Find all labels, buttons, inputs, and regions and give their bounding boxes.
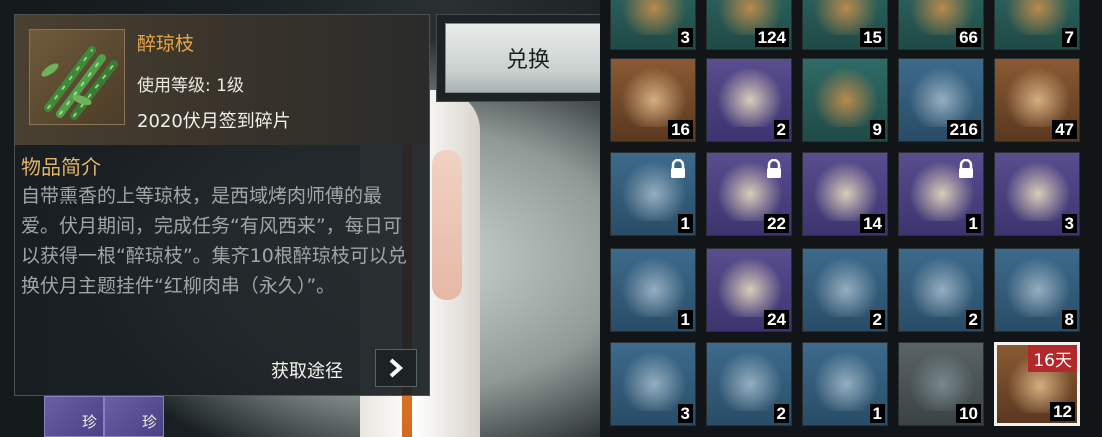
inventory-slot[interactable]: 3: [610, 342, 696, 426]
inventory-slot[interactable]: 16天 12: [994, 342, 1080, 426]
inventory-slot[interactable]: 1: [898, 152, 984, 236]
inventory-slot[interactable]: 3: [994, 152, 1080, 236]
inventory-slot[interactable]: 1: [610, 152, 696, 236]
item-count: 16: [668, 120, 693, 139]
lock-icon: [767, 159, 781, 178]
item-count: 216: [946, 120, 981, 139]
inventory-slot[interactable]: 124: [706, 0, 792, 50]
item-count: 7: [1061, 28, 1077, 47]
inventory-slot[interactable]: 1: [610, 248, 696, 332]
inventory-grid: 3 124 15 66 7 16 2 9 216 47 1 22 14 1 3 1 24 2 2 8 3 2 1 10 16天 1…: [600, 0, 1102, 437]
acquire-method-label: 获取途径: [271, 361, 343, 382]
exchange-button[interactable]: 兑换: [445, 23, 611, 93]
item-count: 8: [1061, 310, 1077, 329]
description-title: 物品简介: [21, 155, 101, 179]
inventory-slot[interactable]: 47: [994, 58, 1080, 142]
item-count: 124: [754, 28, 789, 47]
item-level-requirement: 使用等级: 1级: [137, 76, 244, 96]
item-icon: [813, 351, 879, 411]
lock-icon: [671, 159, 685, 178]
inventory-slot[interactable]: 2: [706, 58, 792, 142]
item-icon: [1005, 67, 1071, 127]
item-count: 66: [956, 28, 981, 47]
item-name: 醉琼枝: [137, 33, 195, 55]
item-count: 22: [764, 214, 789, 233]
item-count: 2: [773, 120, 789, 139]
item-icon: [813, 161, 879, 221]
item-icon: [909, 257, 975, 317]
item-count: 2: [965, 310, 981, 329]
item-count: 3: [677, 404, 693, 423]
item-count: 1: [677, 214, 693, 233]
item-icon: [1005, 257, 1071, 317]
bamboo-icon: [41, 46, 118, 120]
item-description: 自带熏香的上等琼枝，是西域烤肉师傅的最爱。伏月期间，完成任务“有风西来”，每日可…: [21, 185, 407, 297]
item-tooltip: 醉琼枝 使用等级: 1级 2020伏月签到碎片 物品简介 自带熏香的上等琼枝，是…: [14, 14, 430, 396]
item-icon-bamboo-skewer: [29, 29, 125, 125]
acquire-method-button[interactable]: [375, 349, 417, 387]
item-icon: [909, 67, 975, 127]
item-icon: [813, 67, 879, 127]
item-count: 1: [677, 310, 693, 329]
item-count: 3: [1061, 214, 1077, 233]
inventory-slot[interactable]: 216: [898, 58, 984, 142]
item-count: 9: [869, 120, 885, 139]
item-source: 2020伏月签到碎片: [137, 111, 291, 132]
item-count: 1: [869, 404, 885, 423]
item-icon: [717, 351, 783, 411]
item-count: 12: [1050, 402, 1075, 421]
item-icon: [1005, 161, 1071, 221]
item-count: 15: [860, 28, 885, 47]
inventory-slot[interactable]: 15: [802, 0, 888, 50]
item-icon: [621, 67, 687, 127]
inventory-slot[interactable]: 1: [802, 342, 888, 426]
item-count: 47: [1052, 120, 1077, 139]
expiry-badge: 16天: [1028, 345, 1077, 372]
inventory-slot[interactable]: 2: [802, 248, 888, 332]
item-icon: [717, 257, 783, 317]
lock-icon: [959, 159, 973, 178]
inventory-slot[interactable]: 10: [898, 342, 984, 426]
item-count: 14: [860, 214, 885, 233]
item-count: 24: [764, 310, 789, 329]
inventory-slot[interactable]: 16: [610, 58, 696, 142]
small-item-slot[interactable]: 珍: [44, 396, 104, 437]
inventory-slot[interactable]: 3: [610, 0, 696, 50]
character-arm: [432, 150, 462, 300]
item-count: 2: [773, 404, 789, 423]
exchange-panel: 兑换: [436, 14, 620, 102]
item-icon: [909, 351, 975, 411]
inventory-slot[interactable]: 24: [706, 248, 792, 332]
inventory-slot[interactable]: 22: [706, 152, 792, 236]
rare-badge: 珍: [141, 413, 157, 431]
inventory-slot[interactable]: 7: [994, 0, 1080, 50]
item-count: 3: [677, 28, 693, 47]
small-item-slot[interactable]: 珍: [104, 396, 164, 437]
inventory-slot[interactable]: 9: [802, 58, 888, 142]
rare-badge: 珍: [81, 413, 97, 431]
inventory-slot[interactable]: 14: [802, 152, 888, 236]
item-icon: [621, 351, 687, 411]
item-icon: [717, 67, 783, 127]
item-count: 10: [956, 404, 981, 423]
item-count: 1: [965, 214, 981, 233]
item-icon: [813, 257, 879, 317]
item-count: 2: [869, 310, 885, 329]
inventory-slot[interactable]: 2: [898, 248, 984, 332]
inventory-slot[interactable]: 2: [706, 342, 792, 426]
chevron-right-icon: [389, 358, 404, 378]
item-icon: [621, 257, 687, 317]
inventory-slot[interactable]: 66: [898, 0, 984, 50]
inventory-slot[interactable]: 8: [994, 248, 1080, 332]
tooltip-header: 醉琼枝 使用等级: 1级 2020伏月签到碎片: [15, 15, 429, 145]
